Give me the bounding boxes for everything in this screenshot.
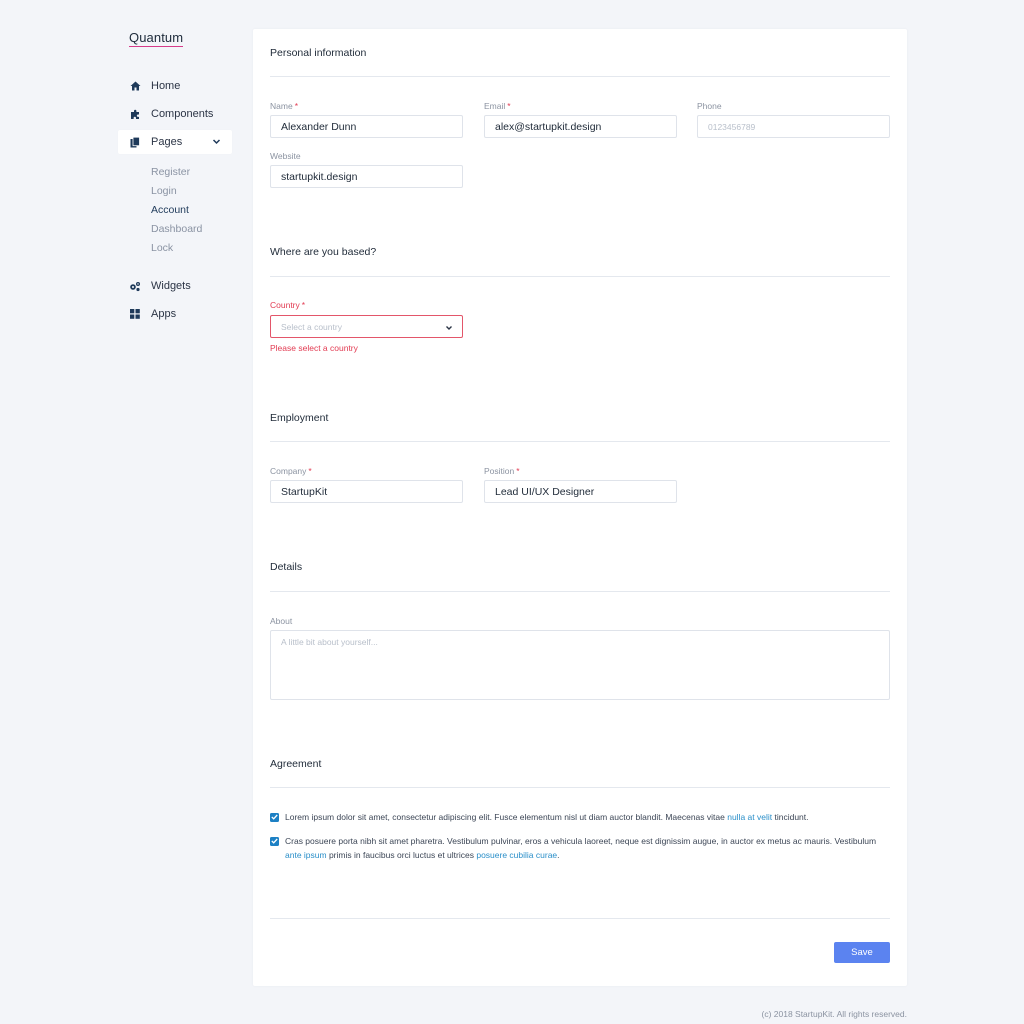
country-label: Country * — [270, 300, 306, 310]
name-label: Name * — [270, 101, 298, 111]
divider — [270, 591, 890, 592]
gears-icon — [129, 280, 141, 292]
nav-apps-label: Apps — [151, 308, 177, 320]
nav-widgets-label: Widgets — [151, 280, 191, 292]
checkbox-agreement-1[interactable] — [270, 812, 279, 822]
section-title-location: Where are you based? — [270, 246, 377, 258]
country-error-message: Please select a country — [270, 343, 358, 353]
nav-components-label: Components — [151, 108, 214, 120]
email-field[interactable]: alex@startupkit.design — [484, 115, 677, 138]
company-field[interactable]: StartupKit — [270, 480, 463, 503]
about-label: About — [270, 616, 293, 626]
account-form-card: Personal information Name * Alexander Dun… — [253, 29, 907, 986]
checkmark-icon — [271, 838, 278, 844]
section-title-personal: Personal information — [270, 47, 367, 59]
company-label: Company * — [270, 466, 312, 476]
about-textarea[interactable]: A little bit about yourself... — [270, 630, 890, 700]
agreement-item-2-text: Cras posuere porta nibh sit amet pharetr… — [285, 836, 877, 860]
email-label: Email * — [484, 101, 511, 111]
section-title-agreement: Agreement — [270, 758, 322, 770]
chevron-down-icon — [212, 139, 221, 145]
website-label: Website — [270, 151, 301, 161]
subnav-login[interactable]: Login — [151, 185, 177, 197]
country-select[interactable]: Select a country — [270, 315, 463, 338]
phone-label: Phone — [697, 101, 722, 111]
subnav-register[interactable]: Register — [151, 166, 190, 178]
nav-apps[interactable]: Apps — [118, 302, 232, 326]
agreement-item-1-text: Lorem ipsum dolor sit amet, consectetur … — [285, 812, 809, 822]
checkbox-agreement-2[interactable] — [270, 836, 279, 846]
divider — [270, 787, 890, 788]
checkmark-icon — [271, 814, 278, 820]
divider — [270, 276, 890, 277]
agreement-item-1: Lorem ipsum dolor sit amet, consectetur … — [270, 810, 890, 824]
grid-icon — [129, 308, 141, 320]
nav-pages-label: Pages — [151, 136, 183, 148]
footer-copyright: (c) 2018 StartupKit. All rights reserved… — [761, 1009, 907, 1019]
copy-icon — [129, 136, 141, 148]
agreement-link[interactable]: nulla at velit — [727, 812, 772, 822]
nav-home[interactable]: Home — [118, 74, 232, 98]
nav-home-label: Home — [151, 80, 181, 92]
country-select-placeholder: Select a country — [281, 321, 342, 332]
brand-logo[interactable]: Quantum — [129, 30, 184, 47]
position-label: Position * — [484, 466, 520, 476]
nav-pages[interactable]: Pages — [118, 130, 232, 154]
subnav-account[interactable]: Account — [151, 204, 189, 216]
agreement-link[interactable]: ante ipsum — [285, 850, 327, 860]
divider — [270, 918, 890, 919]
agreement-link[interactable]: posuere cubilia curae — [476, 850, 557, 860]
divider — [270, 441, 890, 442]
name-field[interactable]: Alexander Dunn — [270, 115, 463, 138]
puzzle-icon — [129, 108, 141, 120]
nav-widgets[interactable]: Widgets — [118, 274, 232, 298]
phone-field[interactable]: 0123456789 — [697, 115, 890, 138]
section-title-employment: Employment — [270, 412, 329, 424]
website-field[interactable]: startupkit.design — [270, 165, 463, 188]
divider — [270, 76, 890, 77]
section-title-details: Details — [270, 561, 303, 573]
agreement-item-2: Cras posuere porta nibh sit amet pharetr… — [270, 834, 890, 862]
nav-components[interactable]: Components — [118, 102, 232, 126]
position-field[interactable]: Lead UI/UX Designer — [484, 480, 677, 503]
home-icon — [129, 80, 141, 92]
chevron-down-icon — [446, 326, 452, 330]
save-button[interactable]: Save — [834, 942, 890, 963]
subnav-dashboard[interactable]: Dashboard — [151, 223, 202, 235]
subnav-lock[interactable]: Lock — [151, 242, 173, 254]
